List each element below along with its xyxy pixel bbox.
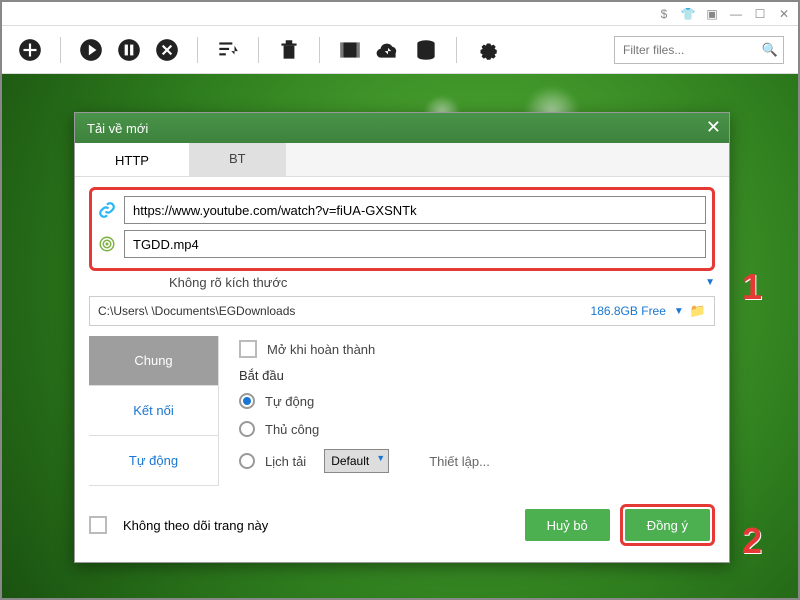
dialog-title: Tải về mới (87, 121, 148, 136)
radio-schedule[interactable] (239, 453, 255, 469)
gear-icon[interactable] (473, 36, 501, 64)
sidetab-connection[interactable]: Kết nối (89, 386, 219, 436)
side-tabs: Chung Kết nối Tự động (89, 336, 219, 486)
target-icon (98, 235, 116, 253)
sort-icon[interactable] (214, 36, 242, 64)
radio-auto-row[interactable]: Tự động (239, 393, 715, 409)
setup-link[interactable]: Thiết lập... (429, 454, 490, 469)
filter-input[interactable] (614, 36, 784, 64)
play-icon[interactable] (77, 36, 105, 64)
main-toolbar: 🔍 (2, 26, 798, 74)
add-icon[interactable] (16, 36, 44, 64)
link-icon (98, 201, 116, 219)
cancel-button[interactable]: Huỷ bỏ (525, 509, 610, 541)
close-icon[interactable]: ✕ (706, 117, 721, 138)
no-track-label: Không theo dõi trang này (123, 518, 268, 533)
minimize-icon[interactable]: — (726, 5, 746, 23)
open-when-done-label: Mở khi hoàn thành (267, 342, 375, 357)
sidetab-auto[interactable]: Tự động (89, 436, 219, 486)
folder-icon[interactable]: 📁 (690, 303, 706, 319)
cloud-download-icon[interactable] (374, 36, 402, 64)
maximize-icon[interactable]: ☐ (750, 5, 770, 23)
trash-icon[interactable] (275, 36, 303, 64)
general-options: Mở khi hoàn thành Bắt đầu Tự động Thủ cô… (219, 336, 715, 486)
radio-schedule-row[interactable]: Lịch tải Default Thiết lập... (239, 449, 715, 473)
protocol-tabs: HTTP BT (75, 143, 729, 177)
checkbox-no-track[interactable] (89, 516, 107, 534)
callout-number-2: 2 (742, 520, 762, 562)
save-path-row: C:\Users\ \Documents\EGDownloads 186.8GB… (89, 296, 715, 326)
close-window-icon[interactable]: ✕ (774, 5, 794, 23)
radio-schedule-label: Lịch tải (265, 454, 306, 469)
url-input[interactable] (124, 196, 706, 224)
dialog-titlebar: Tải về mới ✕ (75, 113, 729, 143)
separator (60, 37, 61, 63)
radio-auto[interactable] (239, 393, 255, 409)
new-download-dialog: Tải về mới ✕ HTTP BT Không rõ kích thước… (74, 112, 730, 563)
dollar-icon[interactable]: $ (654, 5, 674, 23)
search-icon[interactable]: 🔍 (762, 42, 778, 58)
filter-container: 🔍 (614, 36, 784, 64)
separator (319, 37, 320, 63)
sidetab-general[interactable]: Chung (89, 336, 219, 386)
chevron-down-icon[interactable]: ▼ (674, 306, 684, 317)
media-icon[interactable] (336, 36, 364, 64)
tab-bt[interactable]: BT (189, 143, 286, 176)
tshirt-icon[interactable]: 👕 (678, 5, 698, 23)
callout-box-2: Đồng ý (620, 504, 715, 546)
dialog-body: Không rõ kích thước ▼ C:\Users\ \Documen… (75, 177, 729, 492)
ok-button[interactable]: Đồng ý (625, 509, 710, 541)
tab-http[interactable]: HTTP (75, 143, 189, 176)
separator (258, 37, 259, 63)
chevron-down-icon[interactable]: ▼ (705, 277, 715, 288)
stop-icon[interactable] (153, 36, 181, 64)
radio-manual[interactable] (239, 421, 255, 437)
callout-number-1: 1 (742, 266, 762, 308)
free-space-label: 186.8GB Free (591, 304, 666, 318)
schedule-select-wrap: Default (324, 449, 389, 473)
separator (197, 37, 198, 63)
size-line: Không rõ kích thước ▼ (89, 275, 715, 290)
restore-icon[interactable]: ▣ (702, 5, 722, 23)
start-heading: Bắt đầu (239, 368, 715, 383)
save-path-text: C:\Users\ \Documents\EGDownloads (98, 304, 583, 318)
checkbox-open-when-done[interactable] (239, 340, 257, 358)
radio-manual-row[interactable]: Thủ công (239, 421, 715, 437)
database-icon[interactable] (412, 36, 440, 64)
callout-box-1 (89, 187, 715, 271)
schedule-select[interactable]: Default (324, 449, 389, 473)
filename-row (98, 230, 706, 258)
size-unknown-label: Không rõ kích thước (169, 275, 287, 290)
open-when-done-row[interactable]: Mở khi hoàn thành (239, 340, 715, 358)
filename-input[interactable] (124, 230, 706, 258)
separator (456, 37, 457, 63)
dialog-footer: Không theo dõi trang này Huỷ bỏ Đồng ý (75, 492, 729, 562)
pause-icon[interactable] (115, 36, 143, 64)
radio-auto-label: Tự động (265, 394, 314, 409)
radio-manual-label: Thủ công (265, 422, 319, 437)
url-row (98, 196, 706, 224)
window-titlebar: $ 👕 ▣ — ☐ ✕ (2, 2, 798, 26)
options-area: Chung Kết nối Tự động Mở khi hoàn thành … (89, 336, 715, 486)
